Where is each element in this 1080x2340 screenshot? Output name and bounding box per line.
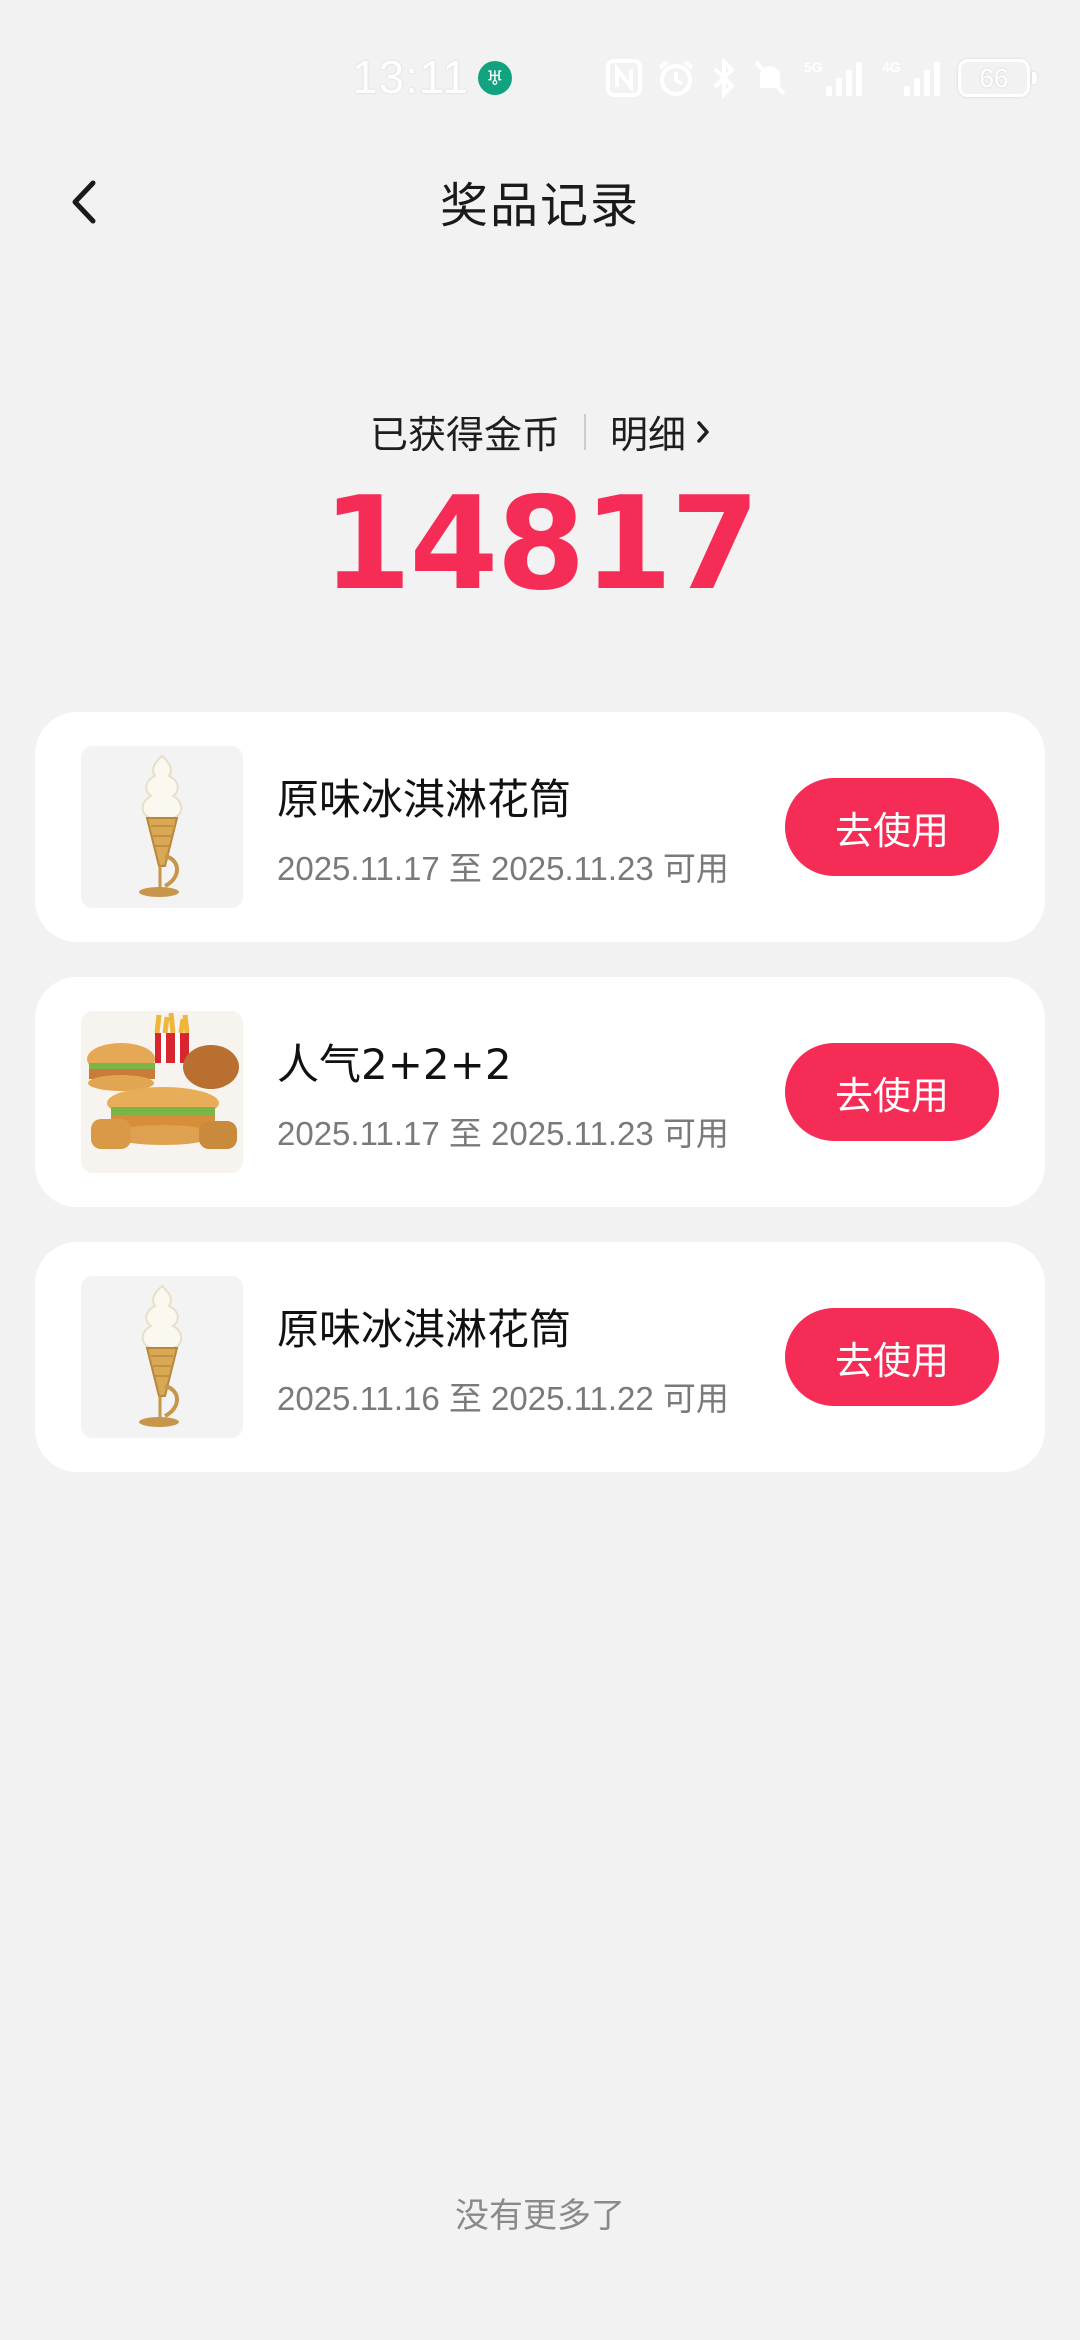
prize-card: 原味冰淇淋花筒 2025.11.17 至 2025.11.23 可用 去使用 — [35, 712, 1045, 942]
coins-summary: 已获得金币 明细 — [0, 404, 1080, 459]
prize-card: 人气2+2+2 2025.11.17 至 2025.11.23 可用 去使用 — [35, 977, 1045, 1207]
prize-records-screen: 13:11 ♅ 5G 4G 66 奖品记录 已获得金币 明细 14817 原味冰… — [0, 0, 1080, 2340]
signal-4g-icon: 4G — [882, 59, 940, 96]
app-notification-icon: ♅ — [478, 61, 512, 95]
divider — [584, 413, 586, 450]
status-bar: 13:11 ♅ 5G 4G 66 — [0, 0, 1080, 150]
use-button[interactable]: 去使用 — [785, 1308, 999, 1406]
signal-5g-icon: 5G — [804, 59, 862, 96]
svg-text:5G: 5G — [804, 59, 823, 75]
chevron-right-icon — [697, 420, 709, 443]
detail-label: 明细 — [610, 413, 687, 457]
nfc-icon — [606, 59, 642, 97]
detail-link[interactable]: 明细 — [610, 404, 710, 459]
prize-validity: 2025.11.16 至 2025.11.22 可用 — [277, 1380, 729, 1417]
use-button[interactable]: 去使用 — [785, 778, 999, 876]
ice-cream-cone-image — [81, 746, 243, 908]
status-icons: 5G 4G 66 — [606, 56, 1037, 100]
svg-text:4G: 4G — [882, 59, 901, 75]
use-button[interactable]: 去使用 — [785, 1043, 999, 1141]
prize-title: 人气2+2+2 — [277, 1040, 512, 1089]
coins-value: 14817 — [322, 470, 759, 619]
alarm-icon — [658, 60, 694, 96]
burger-combo-image — [81, 1011, 243, 1173]
end-of-list-text: 没有更多了 — [455, 2196, 625, 2236]
prize-card: 原味冰淇淋花筒 2025.11.16 至 2025.11.22 可用 去使用 — [35, 1242, 1045, 1472]
ice-cream-cone-image — [81, 1276, 243, 1438]
prize-title: 原味冰淇淋花筒 — [277, 775, 572, 824]
coins-label: 已获得金币 — [369, 413, 560, 457]
page-title: 奖品记录 — [439, 178, 640, 234]
battery-indicator: 66 — [958, 59, 1037, 97]
mute-icon — [754, 60, 786, 96]
prize-validity: 2025.11.17 至 2025.11.23 可用 — [277, 1115, 729, 1152]
prize-title: 原味冰淇淋花筒 — [277, 1305, 572, 1354]
bluetooth-icon — [713, 58, 735, 98]
status-time: 13:11 — [352, 51, 469, 103]
prize-validity: 2025.11.17 至 2025.11.23 可用 — [277, 850, 729, 887]
